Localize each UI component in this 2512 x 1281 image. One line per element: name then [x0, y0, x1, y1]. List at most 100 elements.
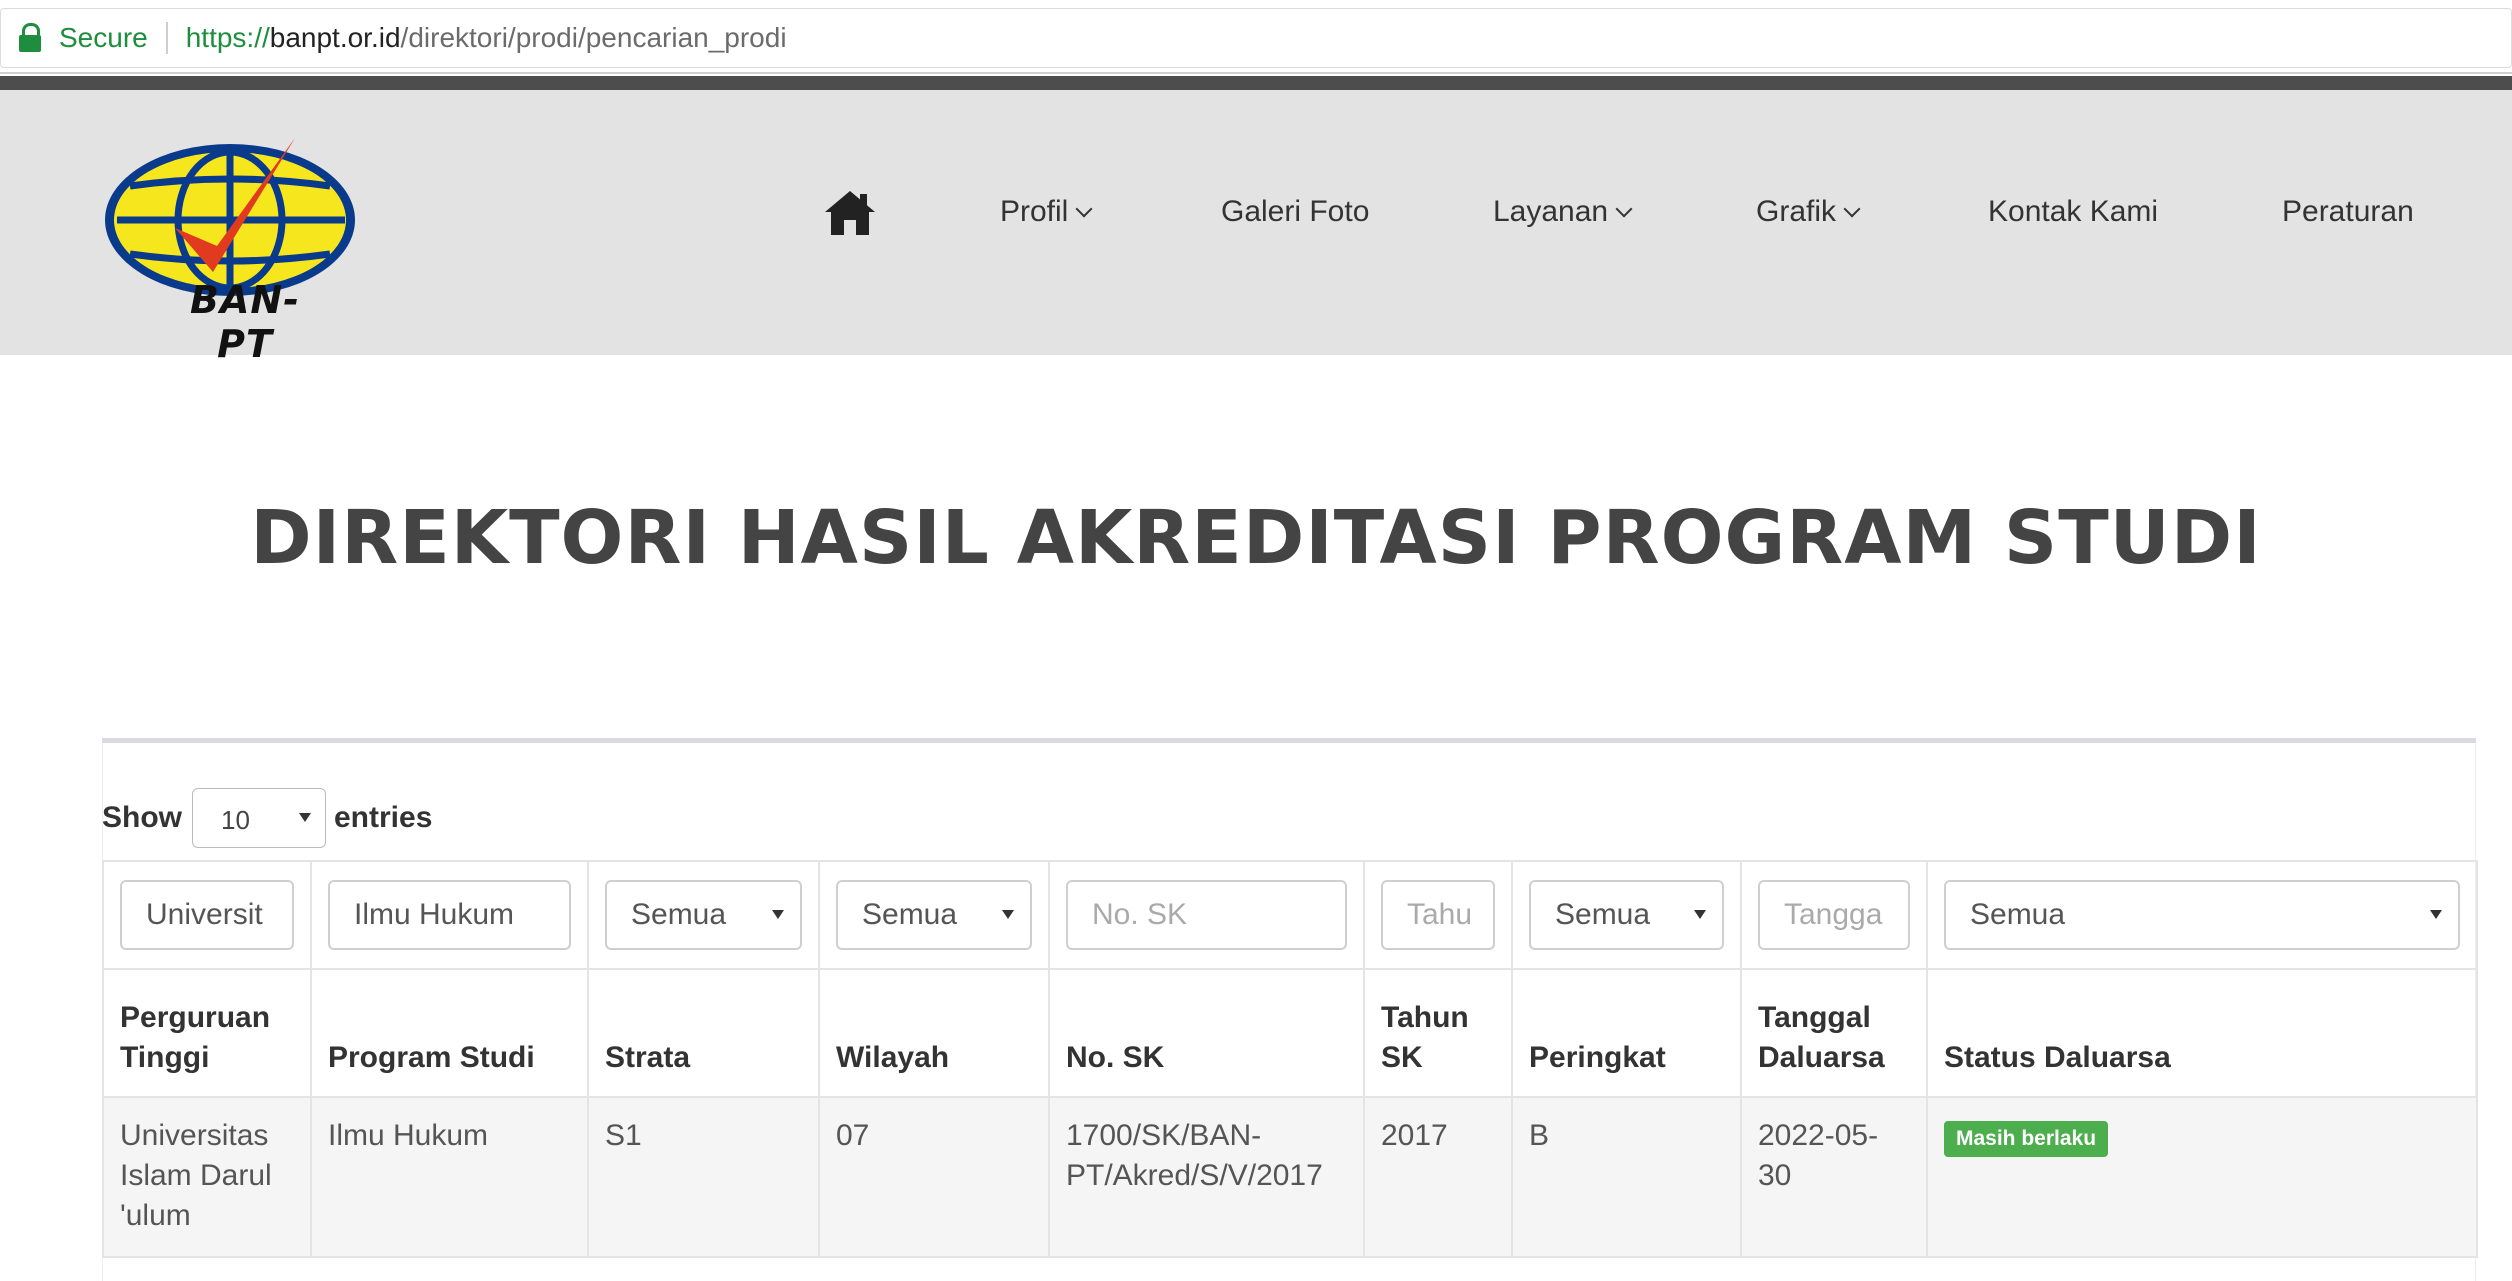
- cell-line: PT/Akred/S/V/2017: [1066, 1159, 1323, 1192]
- col-header-peringkat[interactable]: Peringkat: [1511, 968, 1742, 1098]
- nav-grafik-label: Grafik: [1756, 195, 1837, 228]
- dropdown-arrow-icon: [2430, 910, 2442, 919]
- filter-cell: Tangga: [1740, 860, 1928, 970]
- secure-label[interactable]: Secure: [59, 22, 148, 54]
- nav-peraturan[interactable]: Peraturan: [2282, 182, 2414, 242]
- filter-perguruan-tinggi-input[interactable]: Universit: [120, 880, 294, 950]
- cell-line: 2022-05-: [1758, 1119, 1879, 1152]
- entries-select[interactable]: 10: [192, 788, 326, 848]
- col-header-line: Perguruan: [120, 1001, 271, 1034]
- home-icon: [825, 191, 875, 235]
- url-text[interactable]: https://banpt.or.id/direktori/prodi/penc…: [186, 22, 787, 54]
- filter-tahun-sk-input[interactable]: Tahu: [1381, 880, 1495, 950]
- status-badge: Masih berlaku: [1944, 1121, 2109, 1157]
- col-header-line: Tahun: [1381, 1001, 1469, 1034]
- col-header-line: Peringkat: [1529, 1041, 1666, 1074]
- filter-wilayah-value: Semua: [862, 898, 958, 931]
- col-header-line: Wilayah: [836, 1041, 950, 1074]
- nav-peraturan-label: Peraturan: [2282, 195, 2414, 228]
- cell-line: 1700/SK/BAN-: [1066, 1119, 1262, 1152]
- nav-galeri-foto[interactable]: Galeri Foto: [1221, 182, 1369, 242]
- address-separator: [165, 22, 168, 54]
- col-header-status-daluarsa[interactable]: Status Daluarsa: [1926, 968, 2478, 1098]
- filter-cell: Ilmu Hukum: [310, 860, 589, 970]
- filter-peringkat-select[interactable]: Semua: [1529, 880, 1724, 950]
- dropdown-arrow-icon: [1002, 910, 1014, 919]
- cell-line: Universitas: [120, 1119, 269, 1152]
- filter-peringkat-value: Semua: [1555, 898, 1651, 931]
- url-host: banpt.or.id: [269, 22, 401, 53]
- top-divider: [0, 76, 2512, 90]
- cell-tahun-sk: 2017: [1363, 1096, 1513, 1258]
- col-header-no-sk[interactable]: No. SK: [1048, 968, 1365, 1098]
- filter-cell: No. SK: [1048, 860, 1365, 970]
- col-header-line: Tanggal: [1758, 1001, 1871, 1034]
- col-header-line: Program Studi: [328, 1041, 535, 1074]
- col-header-program-studi[interactable]: Program Studi: [310, 968, 589, 1098]
- filter-row: Universit Ilmu Hukum Semua Semua No. SK …: [102, 860, 2478, 970]
- col-header-strata[interactable]: Strata: [587, 968, 820, 1098]
- chevron-down-icon: [1843, 200, 1861, 218]
- col-header-line: Tinggi: [120, 1041, 210, 1074]
- nav-kontak-kami-label: Kontak Kami: [1988, 195, 2159, 228]
- col-header-wilayah[interactable]: Wilayah: [818, 968, 1050, 1098]
- nav-kontak-kami[interactable]: Kontak Kami: [1988, 182, 2158, 242]
- nav-home[interactable]: [822, 182, 878, 242]
- nav-profil-label: Profil: [1000, 195, 1069, 228]
- filter-tanggal-daluarsa-input[interactable]: Tangga: [1758, 880, 1910, 950]
- dropdown-arrow-icon: [772, 910, 784, 919]
- logo-text: BAN-PT: [190, 278, 300, 366]
- cell-line: Islam Darul: [120, 1159, 272, 1192]
- dropdown-arrow-icon: [1694, 910, 1706, 919]
- filter-cell: Semua: [1511, 860, 1742, 970]
- cell-program-studi: Ilmu Hukum: [310, 1096, 589, 1258]
- entries-label: entries: [334, 801, 433, 834]
- cell-status-daluarsa: Masih berlaku: [1926, 1096, 2478, 1258]
- nav-grafik[interactable]: Grafik: [1756, 182, 1861, 242]
- chevron-down-icon: [1075, 200, 1093, 218]
- filter-wilayah-select[interactable]: Semua: [836, 880, 1032, 950]
- main-nav: Profil Galeri Foto Layanan Grafik Kontak…: [0, 182, 2512, 242]
- filter-strata-select[interactable]: Semua: [605, 880, 802, 950]
- nav-galeri-foto-label: Galeri Foto: [1221, 195, 1370, 228]
- page-title: DIREKTORI HASIL AKREDITASI PROGRAM STUDI: [250, 495, 2262, 581]
- site-header: BAN-PT Profil Galeri Foto Layanan Grafik…: [0, 90, 2512, 366]
- cell-line: 'ulum: [120, 1199, 191, 1232]
- table-row: Universitas Islam Darul 'ulum Ilmu Hukum S…: [102, 1096, 2478, 1258]
- filter-strata-value: Semua: [631, 898, 727, 931]
- nav-profil[interactable]: Profil: [1000, 182, 1093, 242]
- lock-icon[interactable]: [19, 23, 41, 53]
- dropdown-arrow-icon: [299, 813, 311, 822]
- filter-cell: Tahu: [1363, 860, 1513, 970]
- entries-length-control: Show 10 entries: [102, 787, 432, 849]
- cell-perguruan-tinggi: Universitas Islam Darul 'ulum: [102, 1096, 312, 1258]
- omnibox[interactable]: Secure https://banpt.or.id/direktori/pro…: [0, 8, 2512, 68]
- filter-status-daluarsa-select[interactable]: Semua: [1944, 880, 2460, 950]
- col-header-line: Daluarsa: [1758, 1041, 1885, 1074]
- filter-cell: Universit: [102, 860, 312, 970]
- col-header-perguruan-tinggi[interactable]: Perguruan Tinggi: [102, 968, 312, 1098]
- cell-no-sk: 1700/SK/BAN- PT/Akred/S/V/2017: [1048, 1096, 1365, 1258]
- col-header-line: Strata: [605, 1041, 691, 1074]
- nav-layanan[interactable]: Layanan: [1493, 182, 1633, 242]
- url-path: /direktori/prodi/pencarian_prodi: [400, 22, 787, 53]
- entries-value: 10: [221, 805, 250, 835]
- col-header-tanggal-daluarsa[interactable]: Tanggal Daluarsa: [1740, 968, 1928, 1098]
- filter-cell: Semua: [587, 860, 820, 970]
- cell-wilayah: 07: [818, 1096, 1050, 1258]
- filter-cell: Semua: [1926, 860, 2478, 970]
- filter-status-value: Semua: [1970, 898, 2066, 931]
- browser-address-bar: Secure https://banpt.or.id/direktori/pro…: [0, 0, 2512, 74]
- results-table: Universit Ilmu Hukum Semua Semua No. SK …: [102, 860, 2478, 1258]
- filter-cell: Semua: [818, 860, 1050, 970]
- filter-program-studi-input[interactable]: Ilmu Hukum: [328, 880, 571, 950]
- cell-tanggal-daluarsa: 2022-05- 30: [1740, 1096, 1928, 1258]
- col-header-line: Status Daluarsa: [1944, 1041, 2171, 1074]
- url-scheme: https://: [185, 22, 270, 53]
- filter-no-sk-input[interactable]: No. SK: [1066, 880, 1347, 950]
- cell-peringkat: B: [1511, 1096, 1742, 1258]
- col-header-line: SK: [1381, 1041, 1423, 1074]
- col-header-line: No. SK: [1066, 1041, 1165, 1074]
- chevron-down-icon: [1615, 200, 1633, 218]
- col-header-tahun-sk[interactable]: Tahun SK: [1363, 968, 1513, 1098]
